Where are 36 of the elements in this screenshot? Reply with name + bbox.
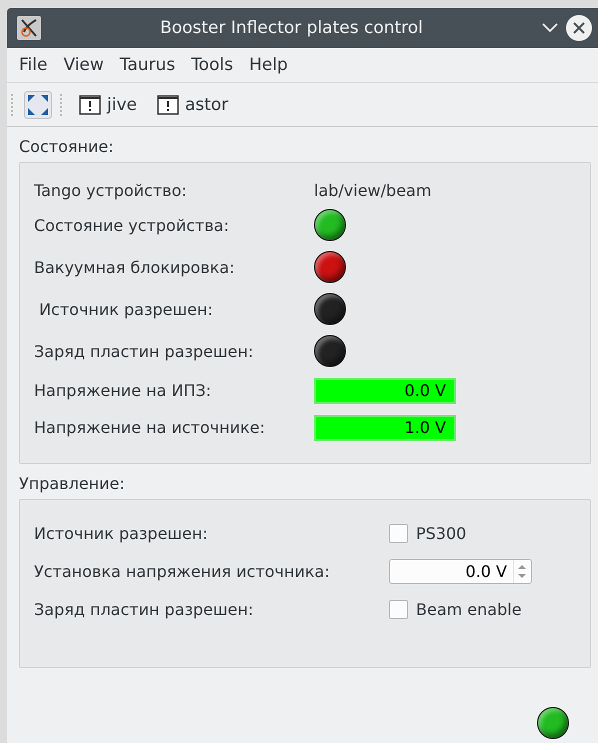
field-label: Состояние устройства: [34,216,230,234]
window-alert-icon [79,94,101,114]
fullscreen-icon[interactable] [24,90,52,118]
checkbox[interactable]: PS300 [389,524,590,542]
device-name: lab/view/beam [314,181,432,200]
menu-item[interactable]: Taurus [112,55,184,75]
field-label: Заряд пластин разрешен: [34,600,254,618]
voltage-reading: 0.0 V [314,378,456,404]
checkbox-box[interactable] [389,524,408,542]
field-label: Источник разрешен: [34,524,209,542]
tool-button[interactable]: jive [73,92,143,116]
menu-item[interactable]: View [55,55,112,75]
section-title: Управление: [19,474,126,493]
voltage-reading: 1.0 V [314,414,456,440]
section-title: Состояние: [19,137,115,156]
checkbox[interactable]: Beam enable [389,600,590,618]
window-alert-icon [156,94,179,114]
menu-item[interactable]: File [11,55,56,75]
menu-item[interactable]: Help [241,55,296,75]
checkbox-box[interactable] [389,600,408,618]
field-label: Вакуумная блокировка: [34,258,236,276]
field-label: Напряжение на источнике: [34,418,266,437]
voltage-spinbox[interactable]: 0.0 V [389,558,532,584]
minimize-icon[interactable] [542,23,558,33]
tool-button[interactable]: astor [150,92,234,116]
field-label: Tango устройство: [34,181,188,200]
menu-item[interactable]: Tools [183,55,242,75]
field-label: Установка напряжения источника: [34,562,331,580]
close-icon[interactable] [566,15,592,41]
checkbox-label: Beam enable [416,600,522,618]
field-label: Заряд пластин разрешен: [34,342,254,360]
window-title: Booster Inflector plates control [159,18,424,38]
app-logo-icon [17,16,41,40]
checkbox-label: PS300 [416,524,466,542]
field-label: Источник разрешен: [38,300,214,318]
field-label: Напряжение на ИПЗ: [34,381,212,400]
